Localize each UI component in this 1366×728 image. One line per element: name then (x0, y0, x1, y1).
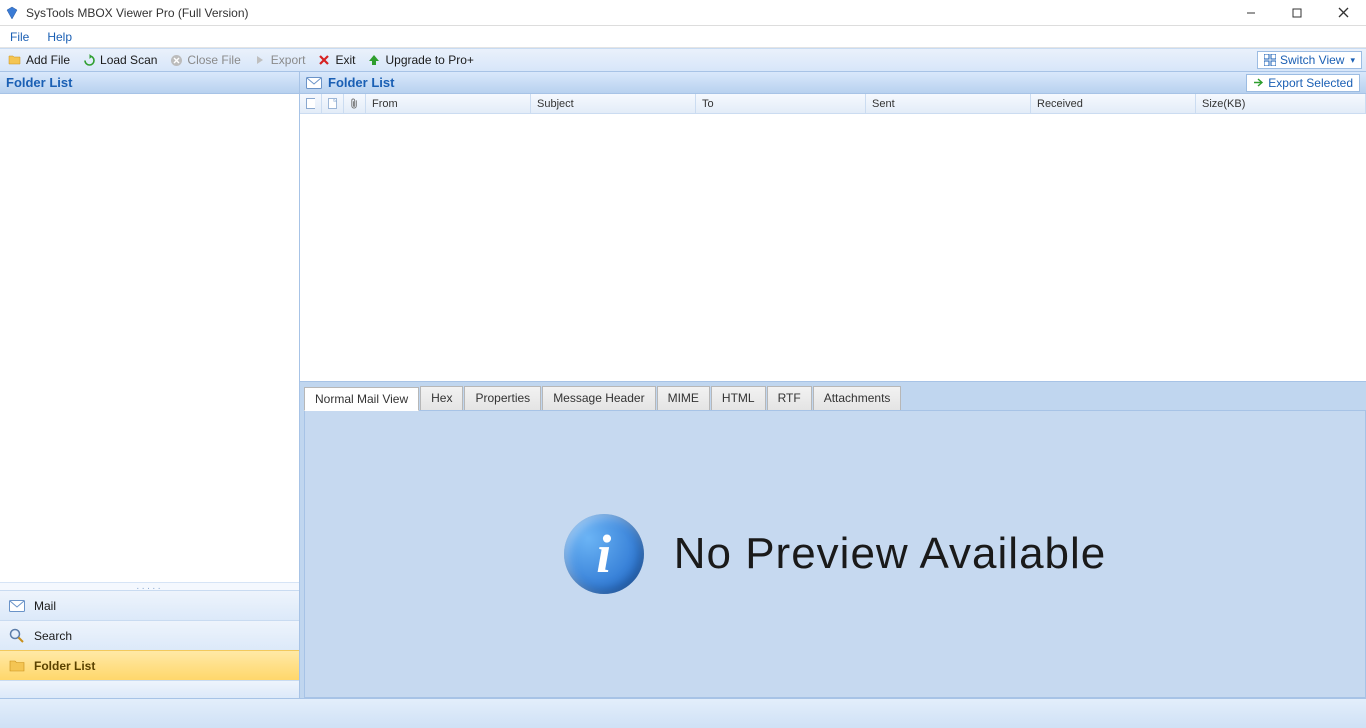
column-to[interactable]: To (696, 94, 866, 113)
switch-view-button[interactable]: Switch View ▾ (1257, 51, 1362, 69)
close-circle-icon (169, 53, 183, 67)
preview-area: Normal Mail View Hex Properties Message … (300, 382, 1366, 698)
column-checkbox[interactable] (300, 94, 322, 113)
tab-properties[interactable]: Properties (464, 386, 541, 410)
tab-hex[interactable]: Hex (420, 386, 463, 410)
menu-file[interactable]: File (10, 30, 29, 44)
right-pane: Folder List Export Selected From Subject… (300, 72, 1366, 698)
close-button[interactable] (1320, 0, 1366, 26)
nav-mail[interactable]: Mail (0, 590, 299, 620)
export-selected-label: Export Selected (1268, 76, 1353, 90)
no-preview-text: No Preview Available (674, 529, 1107, 579)
exit-label: Exit (335, 53, 355, 67)
nav-mail-label: Mail (34, 599, 56, 613)
title-bar: SysTools MBOX Viewer Pro (Full Version) (0, 0, 1366, 26)
column-size[interactable]: Size(KB) (1196, 94, 1366, 113)
folder-icon (8, 657, 26, 675)
column-received[interactable]: Received (1031, 94, 1196, 113)
nav-spacer (0, 680, 299, 698)
column-subject[interactable]: Subject (531, 94, 696, 113)
nav-folder-list-label: Folder List (34, 659, 95, 673)
preview-body: i No Preview Available (304, 410, 1366, 698)
tab-normal-mail-view[interactable]: Normal Mail View (304, 387, 419, 411)
nav-search[interactable]: Search (0, 620, 299, 650)
tab-attachments[interactable]: Attachments (813, 386, 902, 410)
upgrade-label: Upgrade to Pro+ (385, 53, 473, 67)
export-arrow-icon (1253, 77, 1264, 88)
window-title: SysTools MBOX Viewer Pro (Full Version) (26, 6, 249, 20)
status-bar (0, 698, 1366, 728)
load-scan-button[interactable]: Load Scan (78, 51, 161, 69)
add-file-button[interactable]: Add File (4, 51, 74, 69)
search-icon (8, 627, 26, 645)
folder-tree[interactable] (0, 94, 299, 582)
arrow-up-icon (367, 53, 381, 67)
message-grid-body[interactable] (300, 114, 1366, 382)
pane-drag-handle[interactable]: ····· (0, 582, 299, 590)
message-grid-header: From Subject To Sent Received Size(KB) (300, 94, 1366, 114)
right-pane-title: Folder List (328, 75, 394, 90)
nav-folder-list[interactable]: Folder List (0, 650, 299, 680)
tab-mime[interactable]: MIME (657, 386, 710, 410)
column-from[interactable]: From (366, 94, 531, 113)
column-attachment-icon[interactable] (344, 94, 366, 113)
folder-list-header-icon (306, 77, 322, 89)
left-pane: Folder List ····· Mail Search Folder Lis… (0, 72, 300, 698)
column-item-icon[interactable] (322, 94, 344, 113)
arrow-right-icon (253, 53, 267, 67)
folder-open-icon (8, 53, 22, 67)
export-label: Export (271, 53, 306, 67)
switch-view-label: Switch View (1280, 53, 1344, 67)
add-file-label: Add File (26, 53, 70, 67)
column-sent[interactable]: Sent (866, 94, 1031, 113)
right-pane-header: Folder List Export Selected (300, 72, 1366, 94)
nav-search-label: Search (34, 629, 72, 643)
menu-bar: File Help (0, 26, 1366, 48)
close-file-button[interactable]: Close File (165, 51, 244, 69)
tab-message-header[interactable]: Message Header (542, 386, 655, 410)
refresh-icon (82, 53, 96, 67)
tab-rtf[interactable]: RTF (767, 386, 812, 410)
upgrade-button[interactable]: Upgrade to Pro+ (363, 51, 477, 69)
grid-icon (1264, 54, 1276, 66)
x-red-icon (317, 53, 331, 67)
toolbar: Add File Load Scan Close File Export Exi… (0, 48, 1366, 72)
mail-icon (8, 597, 26, 615)
exit-button[interactable]: Exit (313, 51, 359, 69)
export-selected-button[interactable]: Export Selected (1246, 74, 1360, 92)
export-button[interactable]: Export (249, 51, 310, 69)
chevron-down-icon: ▾ (1350, 55, 1355, 66)
main-area: Folder List ····· Mail Search Folder Lis… (0, 72, 1366, 698)
menu-help[interactable]: Help (47, 30, 72, 44)
maximize-button[interactable] (1274, 0, 1320, 26)
left-pane-header: Folder List (0, 72, 299, 94)
close-file-label: Close File (187, 53, 240, 67)
info-icon: i (564, 514, 644, 594)
load-scan-label: Load Scan (100, 53, 157, 67)
tab-html[interactable]: HTML (711, 386, 766, 410)
app-icon (4, 5, 20, 21)
preview-tabs: Normal Mail View Hex Properties Message … (304, 386, 1366, 410)
minimize-button[interactable] (1228, 0, 1274, 26)
